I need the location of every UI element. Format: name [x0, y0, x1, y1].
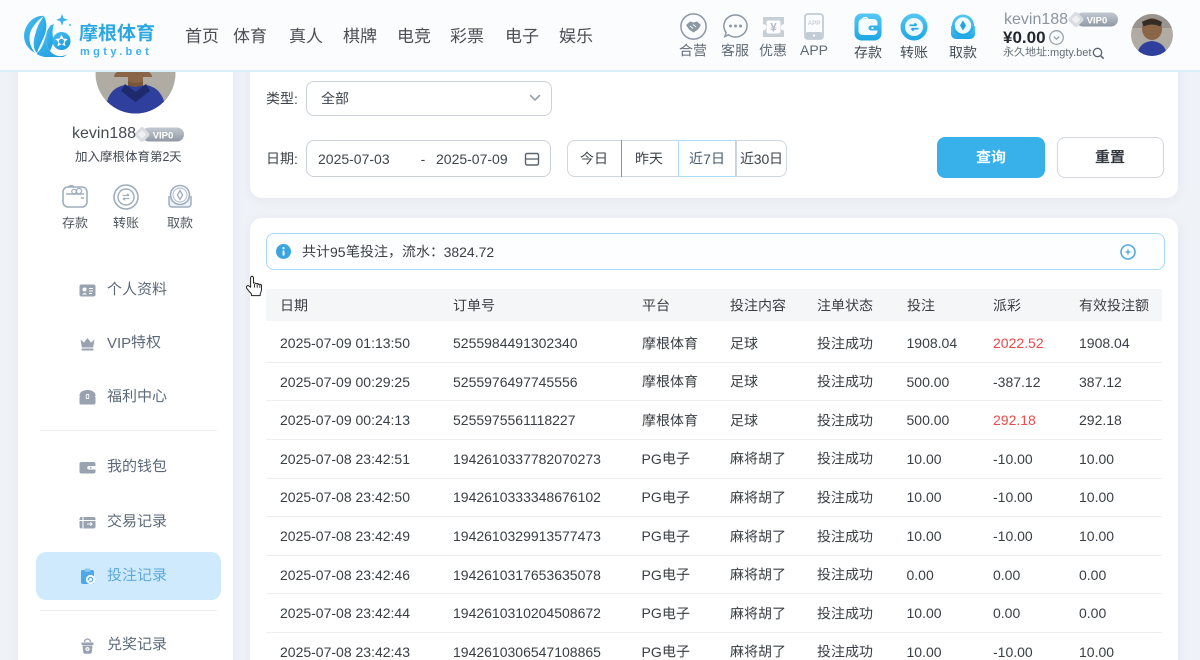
svg-text:VIP0: VIP0: [153, 130, 174, 141]
svg-text:APP: APP: [808, 20, 821, 27]
svg-text:¥: ¥: [770, 21, 777, 35]
svg-text:VIP0: VIP0: [1087, 15, 1108, 26]
